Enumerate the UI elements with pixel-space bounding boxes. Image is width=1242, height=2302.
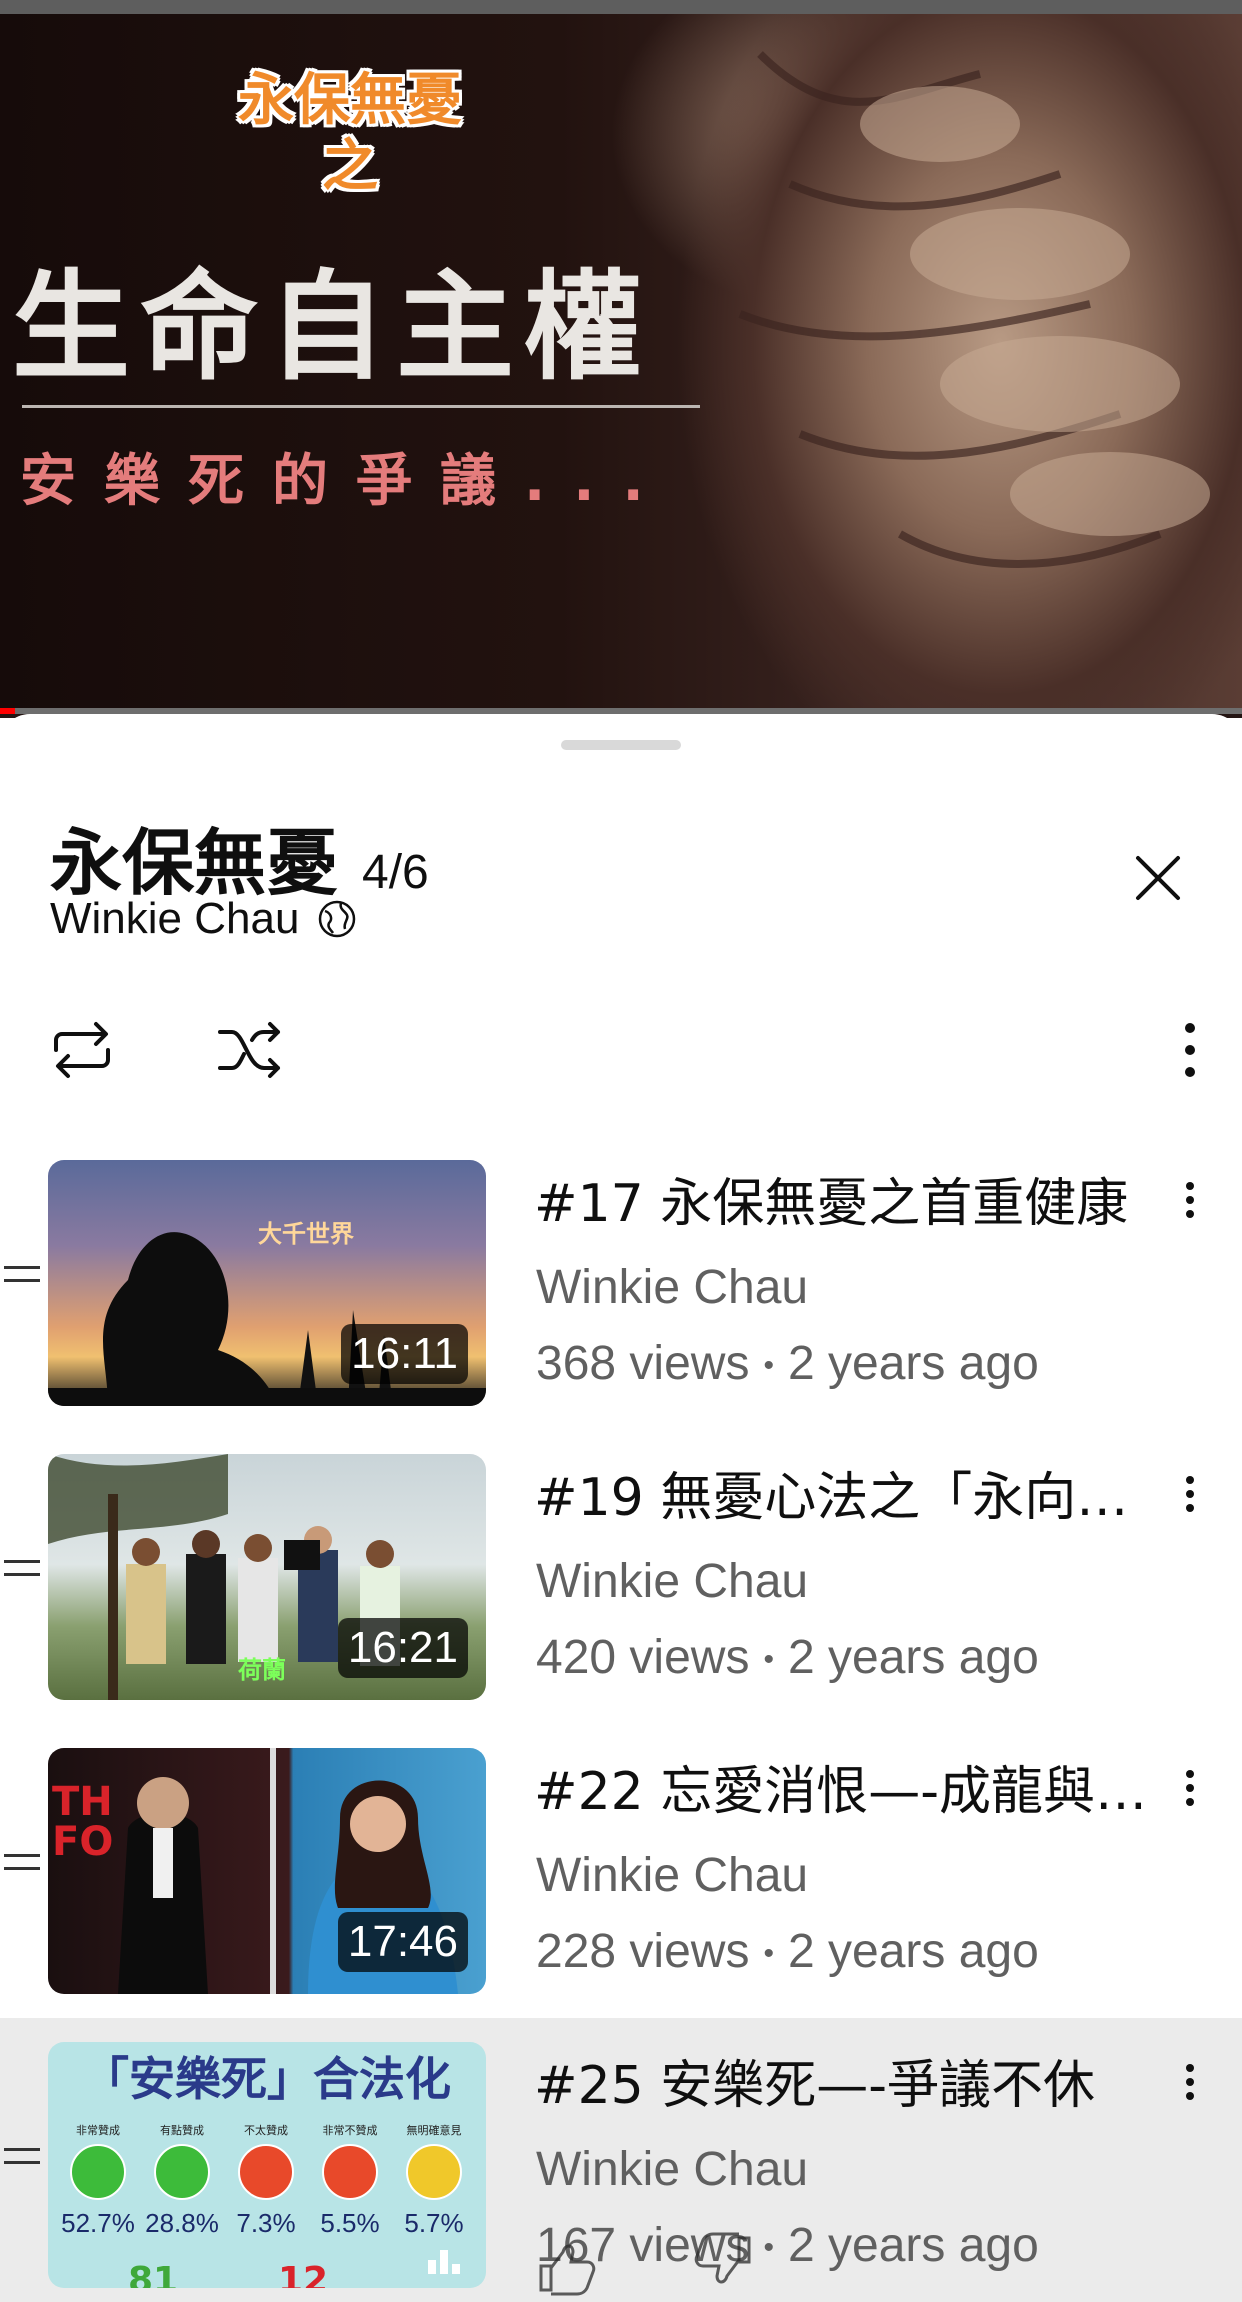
view-count: 228 views xyxy=(536,1925,750,1978)
playlist-channel[interactable]: Winkie Chau xyxy=(50,894,299,944)
shuffle-icon[interactable] xyxy=(214,1014,286,1086)
video-player[interactable]: 永保無憂 之 生命自主權 安樂死的爭議... xyxy=(0,0,1242,718)
status-strip xyxy=(0,0,1242,14)
thumbnail-caption: 大千世界 xyxy=(258,1220,354,1248)
more-vertical-icon[interactable] xyxy=(1178,1470,1202,1530)
upload-age: 2 years ago xyxy=(787,2219,1039,2272)
thumbnail-stats: 非常贊成 52.7% 有點贊成 28.8% 不太贊成 7.3% 非常不贊成 5.5% 無明確意見… xyxy=(58,2122,476,2282)
like-dislike-overlay xyxy=(539,2232,751,2296)
more-vertical-icon[interactable] xyxy=(1178,2058,1202,2118)
stat-label: 不太贊成 xyxy=(244,2124,288,2137)
stat-column: 無明確意見 5.7% xyxy=(394,2122,474,2239)
stat-value: 5.5% xyxy=(320,2208,380,2238)
overlay-orange-title: 永保無憂 之 xyxy=(238,68,462,199)
thumbnail-number: 12 xyxy=(278,2260,329,2288)
smiley-face-icon xyxy=(322,2144,378,2200)
duration-badge: 16:11 xyxy=(341,1324,468,1384)
stat-value: 52.7% xyxy=(61,2208,135,2238)
video-thumbnail[interactable]: 荷蘭 16:21 xyxy=(48,1454,486,1700)
video-channel: Winkie Chau xyxy=(536,1261,809,1314)
playlist-item[interactable]: 荷蘭 16:21 #19 無憂心法之「永向前行」 Winkie Chau 420… xyxy=(0,1430,1242,1724)
view-count: 368 views xyxy=(536,1337,750,1390)
youtube-playlist-screen: 永保無憂 之 生命自主權 安樂死的爭議... 永保無憂 4/6 Winkie C… xyxy=(0,0,1242,2302)
playlist-header: 永保無憂 4/6 xyxy=(50,804,429,905)
thumbnail-number: 81 xyxy=(128,2260,179,2288)
upload-age: 2 years ago xyxy=(787,1337,1039,1390)
playlist-position: 4/6 xyxy=(362,846,429,899)
smiley-face-icon xyxy=(238,2144,294,2200)
reorder-handle-icon[interactable] xyxy=(4,2148,40,2168)
close-icon[interactable] xyxy=(1128,848,1188,908)
repeat-icon[interactable] xyxy=(46,1014,118,1086)
stat-label: 非常不贊成 xyxy=(322,2124,378,2137)
playlist-item[interactable]: THE FOREIGNER 17:46 #22 忘愛消恨—-成龍與林鳳嬌 Win… xyxy=(0,1724,1242,2018)
duration-badge: 17:46 xyxy=(337,1912,468,1972)
equalizer-icon xyxy=(428,2250,460,2274)
drag-handle[interactable] xyxy=(561,740,681,750)
thumbnail-caption: THE FOREIGNER xyxy=(52,1782,112,1862)
globe-icon xyxy=(319,900,356,938)
video-meta: 368 views • 2 years ago xyxy=(536,1337,1039,1390)
overlay-main-title: 生命自主權 xyxy=(12,257,653,396)
video-channel: Winkie Chau xyxy=(536,1555,809,1608)
thumbnail-caption: 荷蘭 xyxy=(238,1656,286,1684)
reorder-handle-icon[interactable] xyxy=(4,1266,40,1286)
stat-column: 有點贊成 28.8% xyxy=(142,2122,222,2239)
video-meta: 228 views • 2 years ago xyxy=(536,1925,1039,1978)
stat-column: 非常不贊成 5.5% xyxy=(310,2122,390,2239)
video-title[interactable]: #17 永保無憂之首重健康 xyxy=(534,1172,1174,1236)
reorder-handle-icon[interactable] xyxy=(4,1854,40,1874)
clasped-hands-image xyxy=(738,51,1210,568)
stat-column: 非常贊成 52.7% xyxy=(58,2122,138,2239)
playlist-item[interactable]: 大千世界 16:11 #17 永保無憂之首重健康 Winkie Chau 368… xyxy=(0,1136,1242,1430)
thumbnail-caption: 「安樂死」合法化 xyxy=(83,2052,451,2106)
stat-column: 不太贊成 7.3% xyxy=(226,2122,306,2239)
thumbs-down-icon xyxy=(694,2232,751,2284)
reorder-handle-icon[interactable] xyxy=(4,1560,40,1580)
video-thumbnail[interactable]: THE FOREIGNER 17:46 xyxy=(48,1748,486,1994)
overlay-subtitle: 安樂死的爭議... xyxy=(20,449,672,514)
stat-label: 非常贊成 xyxy=(76,2124,120,2137)
video-thumbnail[interactable]: 大千世界 16:11 xyxy=(48,1160,486,1406)
duration-badge: 16:21 xyxy=(337,1618,468,1678)
smiley-face-icon xyxy=(406,2144,462,2200)
smiley-face-icon xyxy=(154,2144,210,2200)
video-thumbnail[interactable]: 「安樂死」合法化 非常贊成 52.7% 有點贊成 28.8% 不太贊成 7.3% 非常不贊成… xyxy=(48,2042,486,2288)
playlist-owner-row: Winkie Chau xyxy=(50,894,359,944)
more-vertical-icon[interactable] xyxy=(1178,1764,1202,1824)
stat-value: 5.7% xyxy=(404,2208,464,2238)
stat-value: 7.3% xyxy=(236,2208,296,2238)
video-channel: Winkie Chau xyxy=(536,1849,809,1902)
smiley-face-icon xyxy=(70,2144,126,2200)
more-vertical-icon[interactable] xyxy=(1178,1176,1202,1236)
upload-age: 2 years ago xyxy=(787,1631,1039,1684)
upload-age: 2 years ago xyxy=(787,1925,1039,1978)
video-channel: Winkie Chau xyxy=(536,2143,809,2196)
more-vertical-icon[interactable] xyxy=(1172,1014,1208,1086)
stat-value: 28.8% xyxy=(145,2208,219,2238)
video-title[interactable]: #22 忘愛消恨—-成龍與林鳳嬌 xyxy=(534,1760,1174,1824)
progress-fill xyxy=(0,708,15,714)
overlay-divider xyxy=(22,405,700,408)
video-meta: 420 views • 2 years ago xyxy=(536,1631,1039,1684)
stat-label: 無明確意見 xyxy=(406,2124,462,2137)
video-title[interactable]: #25 安樂死—-爭議不休 xyxy=(534,2054,1174,2118)
stat-label: 有點贊成 xyxy=(160,2124,204,2137)
video-title[interactable]: #19 無憂心法之「永向前行」 xyxy=(534,1466,1174,1530)
thumbs-up-icon xyxy=(539,2244,596,2296)
view-count: 420 views xyxy=(536,1631,750,1684)
